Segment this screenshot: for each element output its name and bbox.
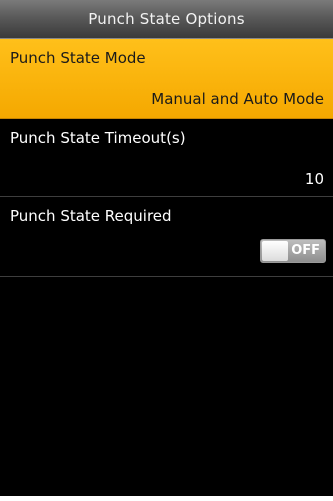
option-label: Punch State Mode bbox=[10, 49, 146, 67]
title-bar: Punch State Options bbox=[0, 0, 333, 39]
toggle-state-label: OFF bbox=[291, 243, 320, 258]
option-punch-state-mode[interactable]: Punch State Mode Manual and Auto Mode bbox=[0, 39, 333, 119]
device-frame: Punch State Options Punch State Mode Man… bbox=[0, 0, 333, 501]
page-title: Punch State Options bbox=[88, 10, 245, 28]
option-value: 10 bbox=[304, 170, 324, 188]
option-label: Punch State Timeout(s) bbox=[10, 129, 186, 147]
punch-state-required-toggle[interactable]: OFF bbox=[260, 239, 326, 263]
option-punch-state-timeout[interactable]: Punch State Timeout(s) 10 bbox=[0, 119, 333, 197]
option-punch-state-required[interactable]: Punch State Required OFF bbox=[0, 197, 333, 277]
device-screen: Punch State Options Punch State Mode Man… bbox=[0, 0, 333, 496]
option-value: Manual and Auto Mode bbox=[151, 90, 324, 108]
toggle-knob bbox=[262, 241, 288, 261]
option-label: Punch State Required bbox=[10, 207, 172, 225]
